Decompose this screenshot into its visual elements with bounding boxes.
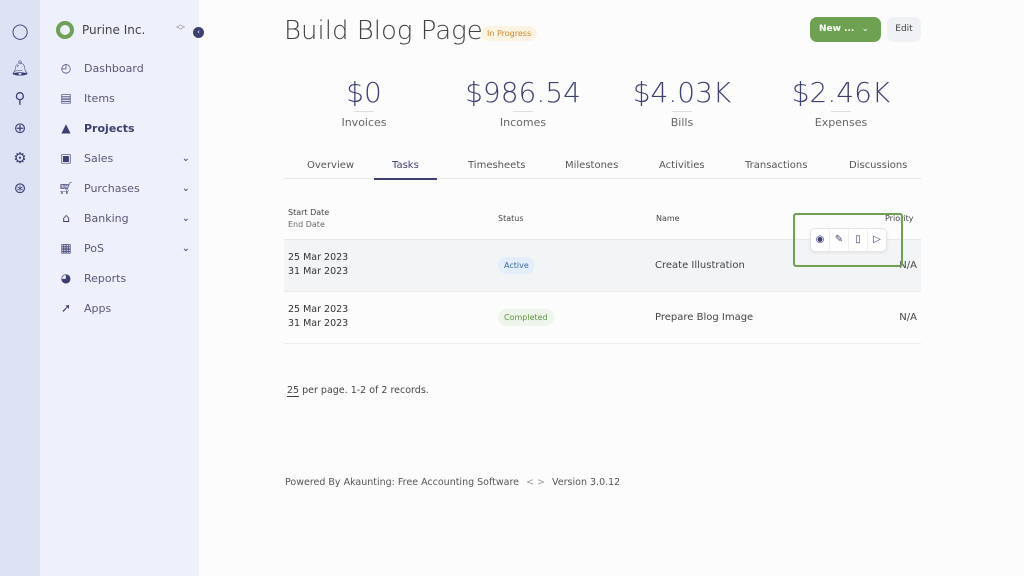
new-button[interactable]: New ... ⌄ (810, 17, 881, 42)
stat-value: $986.54 (465, 76, 581, 109)
company-switcher[interactable]: Purine Inc. (56, 21, 145, 39)
tab-transactions[interactable]: Transactions (745, 160, 807, 171)
company-logo (56, 21, 74, 39)
sidebar-item-label: PoS (84, 241, 104, 255)
header-name[interactable]: Name (656, 214, 680, 223)
pagination: 25 per page. 1-2 of 2 records. (287, 385, 429, 397)
lifebuoy-icon[interactable]: ⊛ (10, 178, 30, 198)
sidebar-item-label: Projects (84, 121, 135, 135)
tab-bar: Overview Tasks Timesheets Milestones Act… (284, 152, 921, 180)
stat-label: Bills (670, 116, 694, 129)
stat-value: $4.03K (632, 76, 732, 109)
header-end-date[interactable]: End Date (288, 220, 325, 229)
sidebar-item-label: Reports (84, 271, 127, 285)
chevron-down-icon: ⌄ (181, 152, 190, 164)
chevron-down-icon: ⌄ (181, 182, 190, 194)
cart-icon: 🛒︎ (58, 181, 74, 195)
tab-activities[interactable]: Activities (659, 160, 705, 171)
stat-incomes[interactable]: $986.54 Incomes (453, 76, 593, 129)
end-date: 31 Mar 2023 (288, 266, 349, 277)
sidebar-item-purchases[interactable]: 🛒︎ Purchases ⌄ (56, 181, 190, 195)
task-name[interactable]: Prepare Blog Image (655, 312, 753, 323)
stat-value: $2.46K (791, 76, 891, 109)
sidebar-item-sales[interactable]: ▣ Sales ⌄ (56, 151, 190, 165)
stat-invoices[interactable]: $0 Invoices (294, 76, 434, 129)
bank-icon: ⌂ (62, 211, 70, 225)
search-icon[interactable]: ⚲ (10, 88, 30, 108)
sidebar-item-banking[interactable]: ⌂ Banking ⌄ (56, 211, 190, 225)
highlight-box (793, 213, 903, 267)
priority: N/A (899, 312, 917, 323)
chevron-down-icon: ⌄ (181, 212, 190, 224)
stat-expenses[interactable]: $2.46K Expenses (771, 76, 911, 129)
register-icon: ▦ (60, 241, 72, 255)
tab-milestones[interactable]: Milestones (565, 160, 618, 171)
status-badge: In Progress (481, 26, 538, 41)
collapse-sidebar-button[interactable]: ‹ (193, 27, 204, 38)
header-status[interactable]: Status (498, 214, 524, 223)
rocket-icon: ➚ (60, 301, 72, 315)
stat-label: Expenses (814, 116, 868, 129)
gear-icon[interactable]: ⚙ (10, 148, 30, 168)
stat-label: Invoices (341, 116, 387, 129)
flask-icon: ▲ (61, 121, 71, 135)
sidebar-item-items[interactable]: ▤ Items (56, 91, 190, 105)
sidebar-item-label: Apps (84, 301, 112, 315)
sidebar-item-projects[interactable]: ▲ Projects (56, 121, 190, 135)
sidebar-item-apps[interactable]: ➚ Apps (56, 301, 190, 315)
powered-by-link[interactable]: Powered By Akaunting: Free Accounting So… (285, 477, 519, 488)
sidebar-item-label: Purchases (84, 181, 140, 195)
updown-icon[interactable]: ︿ ﹀ (176, 21, 185, 37)
footer: Powered By Akaunting: Free Accounting So… (285, 477, 620, 488)
gauge-icon: ◴ (60, 61, 72, 75)
icon-rail: ◯ 🔔︎ ⚲ ⊕ ⚙ ⊛ (0, 0, 40, 576)
end-date: 31 Mar 2023 (288, 318, 349, 329)
sidebar-item-label: Items (84, 91, 115, 105)
sidebar-item-label: Dashboard (84, 61, 144, 75)
plus-circle-icon[interactable]: ⊕ (10, 118, 30, 138)
per-page-select[interactable]: 25 (287, 385, 300, 397)
tab-timesheets[interactable]: Timesheets (468, 160, 525, 171)
page-title: Build Blog Page (284, 16, 483, 46)
money-icon: ▣ (60, 151, 72, 165)
sidebar: Purine Inc. ︿ ﹀ ‹ ◴ Dashboard ▤ Items ▲ Proj… (40, 0, 204, 576)
chart-pie-icon: ◕ (60, 271, 72, 285)
status-badge: Completed (498, 309, 554, 326)
start-date: 25 Mar 2023 (288, 252, 349, 263)
sidebar-item-label: Banking (84, 211, 129, 225)
start-date: 25 Mar 2023 (288, 304, 349, 315)
chevron-down-icon: ⌄ (181, 242, 190, 254)
edit-button[interactable]: Edit (887, 17, 921, 42)
tab-tasks[interactable]: Tasks (374, 160, 437, 180)
tab-discussions[interactable]: Discussions (849, 160, 907, 171)
table-row[interactable]: 25 Mar 2023 31 Mar 2023 Completed Prepar… (284, 292, 921, 344)
header-start-date[interactable]: Start Date (288, 208, 329, 217)
status-badge: Active (498, 257, 535, 274)
version: Version 3.0.12 (552, 477, 621, 488)
bell-icon[interactable]: 🔔︎ (10, 58, 30, 78)
sidebar-item-pos[interactable]: ▦ PoS ⌄ (56, 241, 190, 255)
company-name: Purine Inc. (82, 23, 146, 37)
chevron-down-icon: ⌄ (861, 24, 869, 34)
stat-value: $0 (346, 76, 382, 109)
code-icon: < > (526, 477, 546, 488)
task-name[interactable]: Create Illustration (655, 260, 745, 271)
tab-overview[interactable]: Overview (307, 160, 354, 171)
profile-icon[interactable]: ◯ (10, 21, 30, 41)
sidebar-item-reports[interactable]: ◕ Reports (56, 271, 190, 285)
pagination-text: per page. 1-2 of 2 records. (302, 385, 429, 396)
sidebar-item-label: Sales (84, 151, 114, 165)
sidebar-item-dashboard[interactable]: ◴ Dashboard (56, 61, 190, 75)
new-button-label: New ... (819, 24, 855, 34)
stat-bills[interactable]: $4.03K Bills (612, 76, 752, 129)
stat-label: Incomes (499, 116, 547, 129)
archive-icon: ▤ (60, 91, 72, 105)
